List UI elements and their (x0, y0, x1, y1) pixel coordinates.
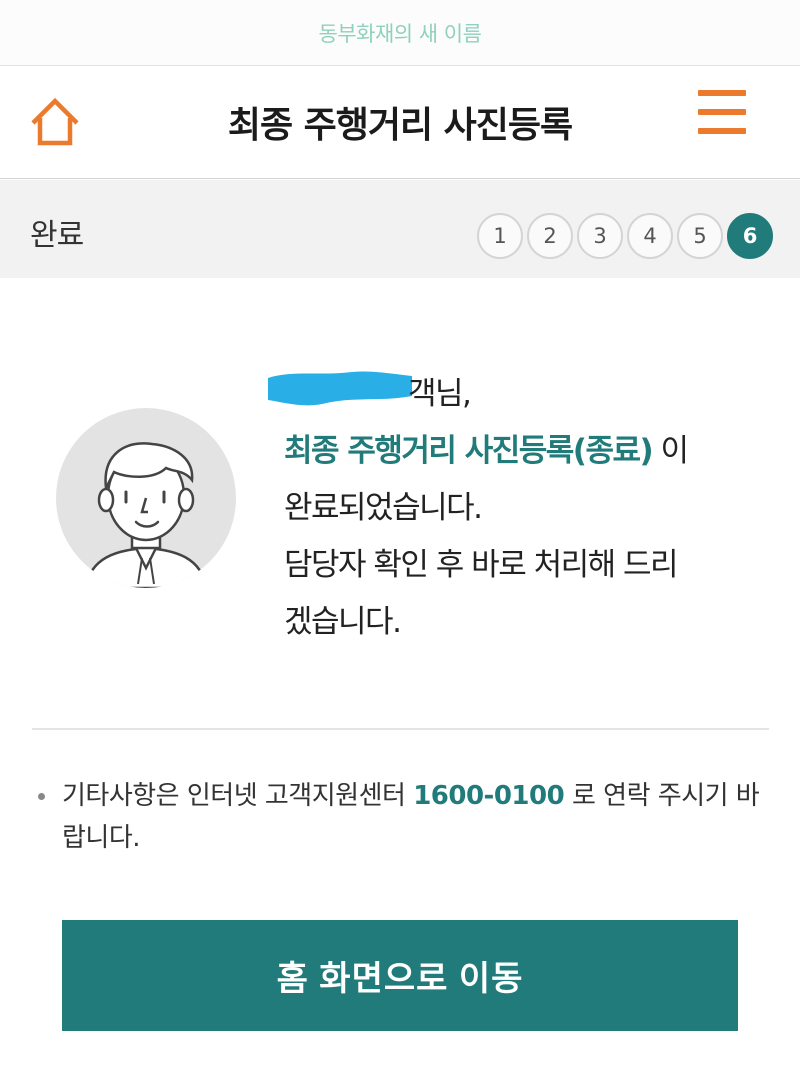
brand-rename-note: 동부화재의 새 이름 (318, 21, 482, 46)
page-title: 최종 주행거리 사진등록 (227, 105, 573, 146)
notice-prefix: 기타사항은 인터넷 고객지원센터 (62, 781, 414, 811)
contact-notice-text: 기타사항은 인터넷 고객지원센터 1600-0100 로 연락 주시기 바랍니다… (38, 775, 768, 859)
step-indicator: 1 (477, 213, 523, 259)
message-line-3: 완료되었습니다. (284, 490, 483, 526)
completion-message: 객님, 최종 주행거리 사진등록(종료) 이 완료되었습니다. 담당자 확인 후… (284, 366, 784, 651)
message-line-4: 담당자 확인 후 바로 처리해 드리 (284, 547, 679, 583)
hamburger-menu-icon (698, 90, 746, 96)
step-indicator: 3 (577, 213, 623, 259)
menu-button[interactable] (698, 90, 746, 134)
service-name-highlight: 최종 주행거리 사진등록(종료) (284, 433, 654, 469)
message-line-2: 최종 주행거리 사진등록(종료) 이 (284, 423, 784, 480)
contact-notice: 기타사항은 인터넷 고객지원센터 1600-0100 로 연락 주시기 바랍니다… (38, 775, 768, 859)
message-line-1: 객님, (284, 366, 784, 423)
progress-status-label: 완료 (30, 218, 84, 253)
message-line-5: 겠습니다. (284, 604, 402, 640)
step-indicator: 2 (527, 213, 573, 259)
hamburger-menu-icon-bar-3 (698, 128, 746, 134)
go-home-button[interactable]: 홈 화면으로 이동 (62, 920, 738, 1031)
hamburger-menu-icon-bar-2 (698, 109, 746, 115)
page-header: 최종 주행거리 사진등록 (0, 66, 800, 179)
step-indicator: 5 (677, 213, 723, 259)
user-avatar-icon (56, 408, 236, 588)
support-phone-number[interactable]: 1600-0100 (413, 781, 565, 811)
customer-greeting: 객님, (408, 376, 472, 412)
step-indicator: 4 (627, 213, 673, 259)
top-brand-bar: 동부화재의 새 이름 (0, 0, 800, 66)
avatar (56, 408, 236, 588)
section-divider (32, 728, 769, 730)
step-indicator-current: 6 (727, 213, 773, 259)
bullet-icon (38, 793, 45, 800)
message-particle: 이 (652, 433, 690, 469)
